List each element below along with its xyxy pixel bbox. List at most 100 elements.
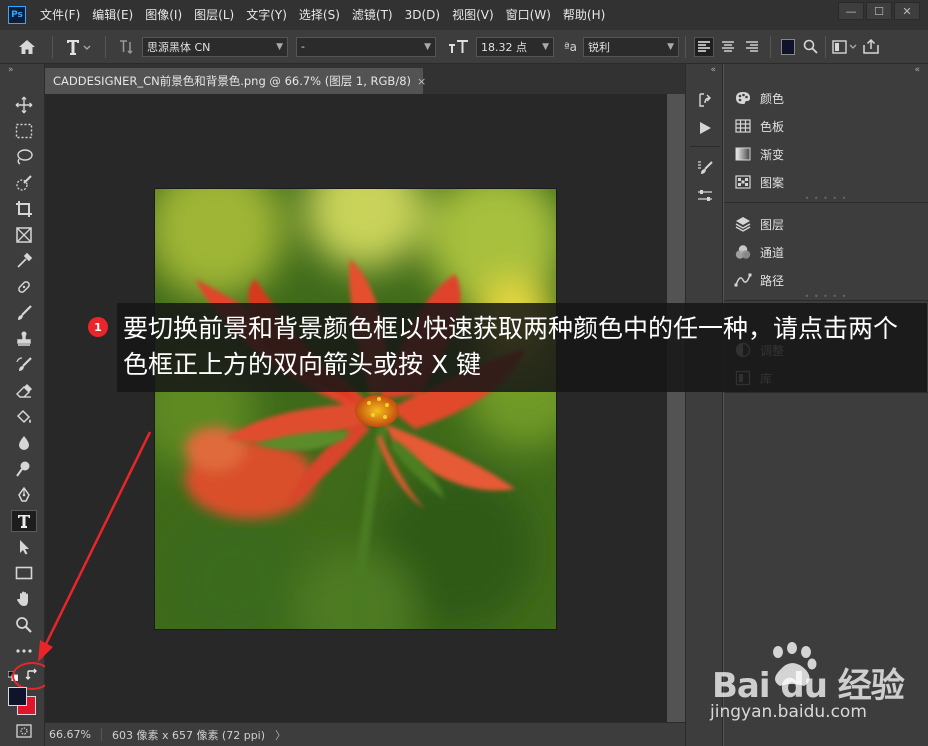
- collapse-arrows-icon[interactable]: «: [686, 64, 722, 76]
- panel-item-color[interactable]: 颜色: [724, 84, 928, 112]
- paint-bucket-tool-icon[interactable]: [11, 406, 37, 428]
- type-tool-preset-icon[interactable]: [65, 38, 93, 56]
- panel-item-layers[interactable]: 图层: [724, 210, 928, 238]
- rectangle-tool-icon[interactable]: [11, 562, 37, 584]
- panel-group-color: 颜色 色板 渐变 图案 • • • • •: [724, 84, 928, 203]
- align-left-button[interactable]: [694, 36, 715, 57]
- antialias-select[interactable]: 锐利 ▼: [583, 36, 680, 57]
- panel-item-paths[interactable]: 路径: [724, 266, 928, 294]
- adjust-sliders-icon[interactable]: [694, 186, 716, 206]
- photoshop-logo: Ps: [8, 6, 26, 24]
- swatches-icon: [734, 118, 752, 134]
- options-bar: 思源黑体 CN ▼ - ▼ 18.32 点 ▼ ªa 锐利 ▼: [0, 30, 928, 64]
- collapsed-panel-dock: «: [685, 64, 723, 746]
- swap-colors-icon[interactable]: [25, 668, 39, 682]
- panel-grip[interactable]: • • • • •: [724, 195, 928, 203]
- document-info: 603 像素 x 657 像素 (72 ppi): [111, 728, 266, 742]
- align-right-button[interactable]: [742, 37, 762, 57]
- font-family-select[interactable]: 思源黑体 CN ▼: [142, 36, 288, 57]
- search-icon[interactable]: [803, 39, 818, 54]
- align-center-button[interactable]: [718, 37, 738, 57]
- brush-settings-icon[interactable]: [694, 158, 716, 178]
- zoom-level[interactable]: 66.67%: [45, 728, 102, 741]
- panel-item-patterns[interactable]: 图案: [724, 168, 928, 196]
- history-panel-icon[interactable]: [694, 90, 716, 110]
- menu-filter[interactable]: 滤镜(T): [346, 0, 399, 30]
- panel-grip[interactable]: • • • • •: [724, 293, 928, 301]
- text-color-swatch[interactable]: [781, 38, 796, 55]
- panel-dock: « 颜色 色板 渐变 图案 • • • • • 图层 通道 路径 • • • •…: [724, 64, 928, 746]
- pen-tool-icon[interactable]: [11, 484, 37, 506]
- quick-selection-tool-icon[interactable]: [11, 172, 37, 194]
- font-style-select[interactable]: - ▼: [296, 36, 436, 57]
- font-size-select[interactable]: 18.32 点 ▼: [476, 36, 554, 57]
- clone-stamp-tool-icon[interactable]: [11, 328, 37, 350]
- panel-group-layers: 图层 通道 路径 • • • • •: [724, 210, 928, 301]
- move-tool-icon[interactable]: [11, 94, 37, 116]
- type-tool-icon[interactable]: [11, 510, 37, 532]
- panel-item-gradients[interactable]: 渐变: [724, 140, 928, 168]
- more-tools-icon[interactable]: [11, 640, 37, 662]
- close-button[interactable]: ✕: [894, 2, 920, 20]
- lasso-tool-icon[interactable]: [11, 146, 37, 168]
- text-orientation-icon[interactable]: [118, 38, 136, 56]
- collapse-arrows-icon[interactable]: «: [724, 64, 928, 76]
- panel-item-channels[interactable]: 通道: [724, 238, 928, 266]
- panel-label-swatches: 色板: [760, 119, 785, 134]
- play-actions-icon[interactable]: [694, 118, 716, 138]
- default-colors-icon[interactable]: [8, 671, 18, 681]
- marquee-tool-icon[interactable]: [11, 120, 37, 142]
- divider: [690, 146, 720, 147]
- hand-tool-icon[interactable]: [11, 588, 37, 610]
- share-icon[interactable]: [863, 39, 879, 54]
- menu-edit[interactable]: 编辑(E): [86, 0, 139, 30]
- divider: [825, 35, 827, 58]
- collapse-arrows-icon[interactable]: »: [0, 64, 44, 76]
- document-tab[interactable]: CADDESIGNER_CN前景色和背景色.png @ 66.7% (图层 1,…: [45, 68, 426, 94]
- home-icon[interactable]: [18, 39, 36, 55]
- chevron-down-icon: ▼: [276, 41, 283, 52]
- workspace-icon[interactable]: [832, 39, 858, 54]
- quick-mask-icon[interactable]: [11, 722, 37, 740]
- menu-layer[interactable]: 图层(L): [188, 0, 240, 30]
- panel-label-paths: 路径: [760, 273, 785, 288]
- status-bar: 66.67% 603 像素 x 657 像素 (72 ppi) 〉: [45, 722, 685, 746]
- dodge-tool-icon[interactable]: [11, 458, 37, 480]
- menu-file[interactable]: 文件(F): [34, 0, 86, 30]
- panel-label-layers: 图层: [760, 217, 785, 232]
- eyedropper-tool-icon[interactable]: [11, 250, 37, 272]
- blur-tool-icon[interactable]: [11, 432, 37, 454]
- minimize-button[interactable]: —: [838, 2, 864, 20]
- panel-label-channels: 通道: [760, 245, 785, 260]
- menu-image[interactable]: 图像(I): [139, 0, 188, 30]
- zoom-tool-icon[interactable]: [11, 614, 37, 636]
- history-brush-tool-icon[interactable]: [11, 354, 37, 376]
- tools-panel: »: [0, 64, 52, 746]
- divider: [770, 35, 772, 58]
- annotation-callout: 要切换前景和背景颜色框以快速获取两种颜色中的任一种，请点击两个色框正上方的双向箭…: [117, 303, 927, 392]
- brush-tool-icon[interactable]: [11, 302, 37, 324]
- close-tab-icon[interactable]: ×: [417, 75, 426, 88]
- foreground-color-swatch[interactable]: [8, 687, 27, 706]
- panel-item-swatches[interactable]: 色板: [724, 112, 928, 140]
- menu-window[interactable]: 窗口(W): [500, 0, 557, 30]
- menu-type[interactable]: 文字(Y): [240, 0, 293, 30]
- document-tab-title: CADDESIGNER_CN前景色和背景色.png @ 66.7% (图层 1,…: [53, 74, 411, 88]
- document-tab-bar: CADDESIGNER_CN前景色和背景色.png @ 66.7% (图层 1,…: [45, 64, 685, 94]
- annotation-text: 要切换前景和背景颜色框以快速获取两种颜色中的任一种，请点击两个色框正上方的双向箭…: [123, 314, 899, 379]
- crop-tool-icon[interactable]: [11, 198, 37, 220]
- menu-select[interactable]: 选择(S): [293, 0, 346, 30]
- document-image[interactable]: [155, 189, 556, 629]
- gradient-icon: [734, 146, 752, 162]
- maximize-button[interactable]: ☐: [866, 2, 892, 20]
- healing-brush-tool-icon[interactable]: [11, 276, 37, 298]
- menu-view[interactable]: 视图(V): [446, 0, 500, 30]
- eraser-tool-icon[interactable]: [11, 380, 37, 402]
- menu-help[interactable]: 帮助(H): [557, 0, 611, 30]
- path-selection-tool-icon[interactable]: [11, 536, 37, 558]
- status-menu-arrow[interactable]: 〉: [275, 727, 286, 743]
- divider: [685, 35, 687, 58]
- step-badge: 1: [88, 317, 108, 337]
- frame-tool-icon[interactable]: [11, 224, 37, 246]
- menu-3d[interactable]: 3D(D): [399, 0, 446, 30]
